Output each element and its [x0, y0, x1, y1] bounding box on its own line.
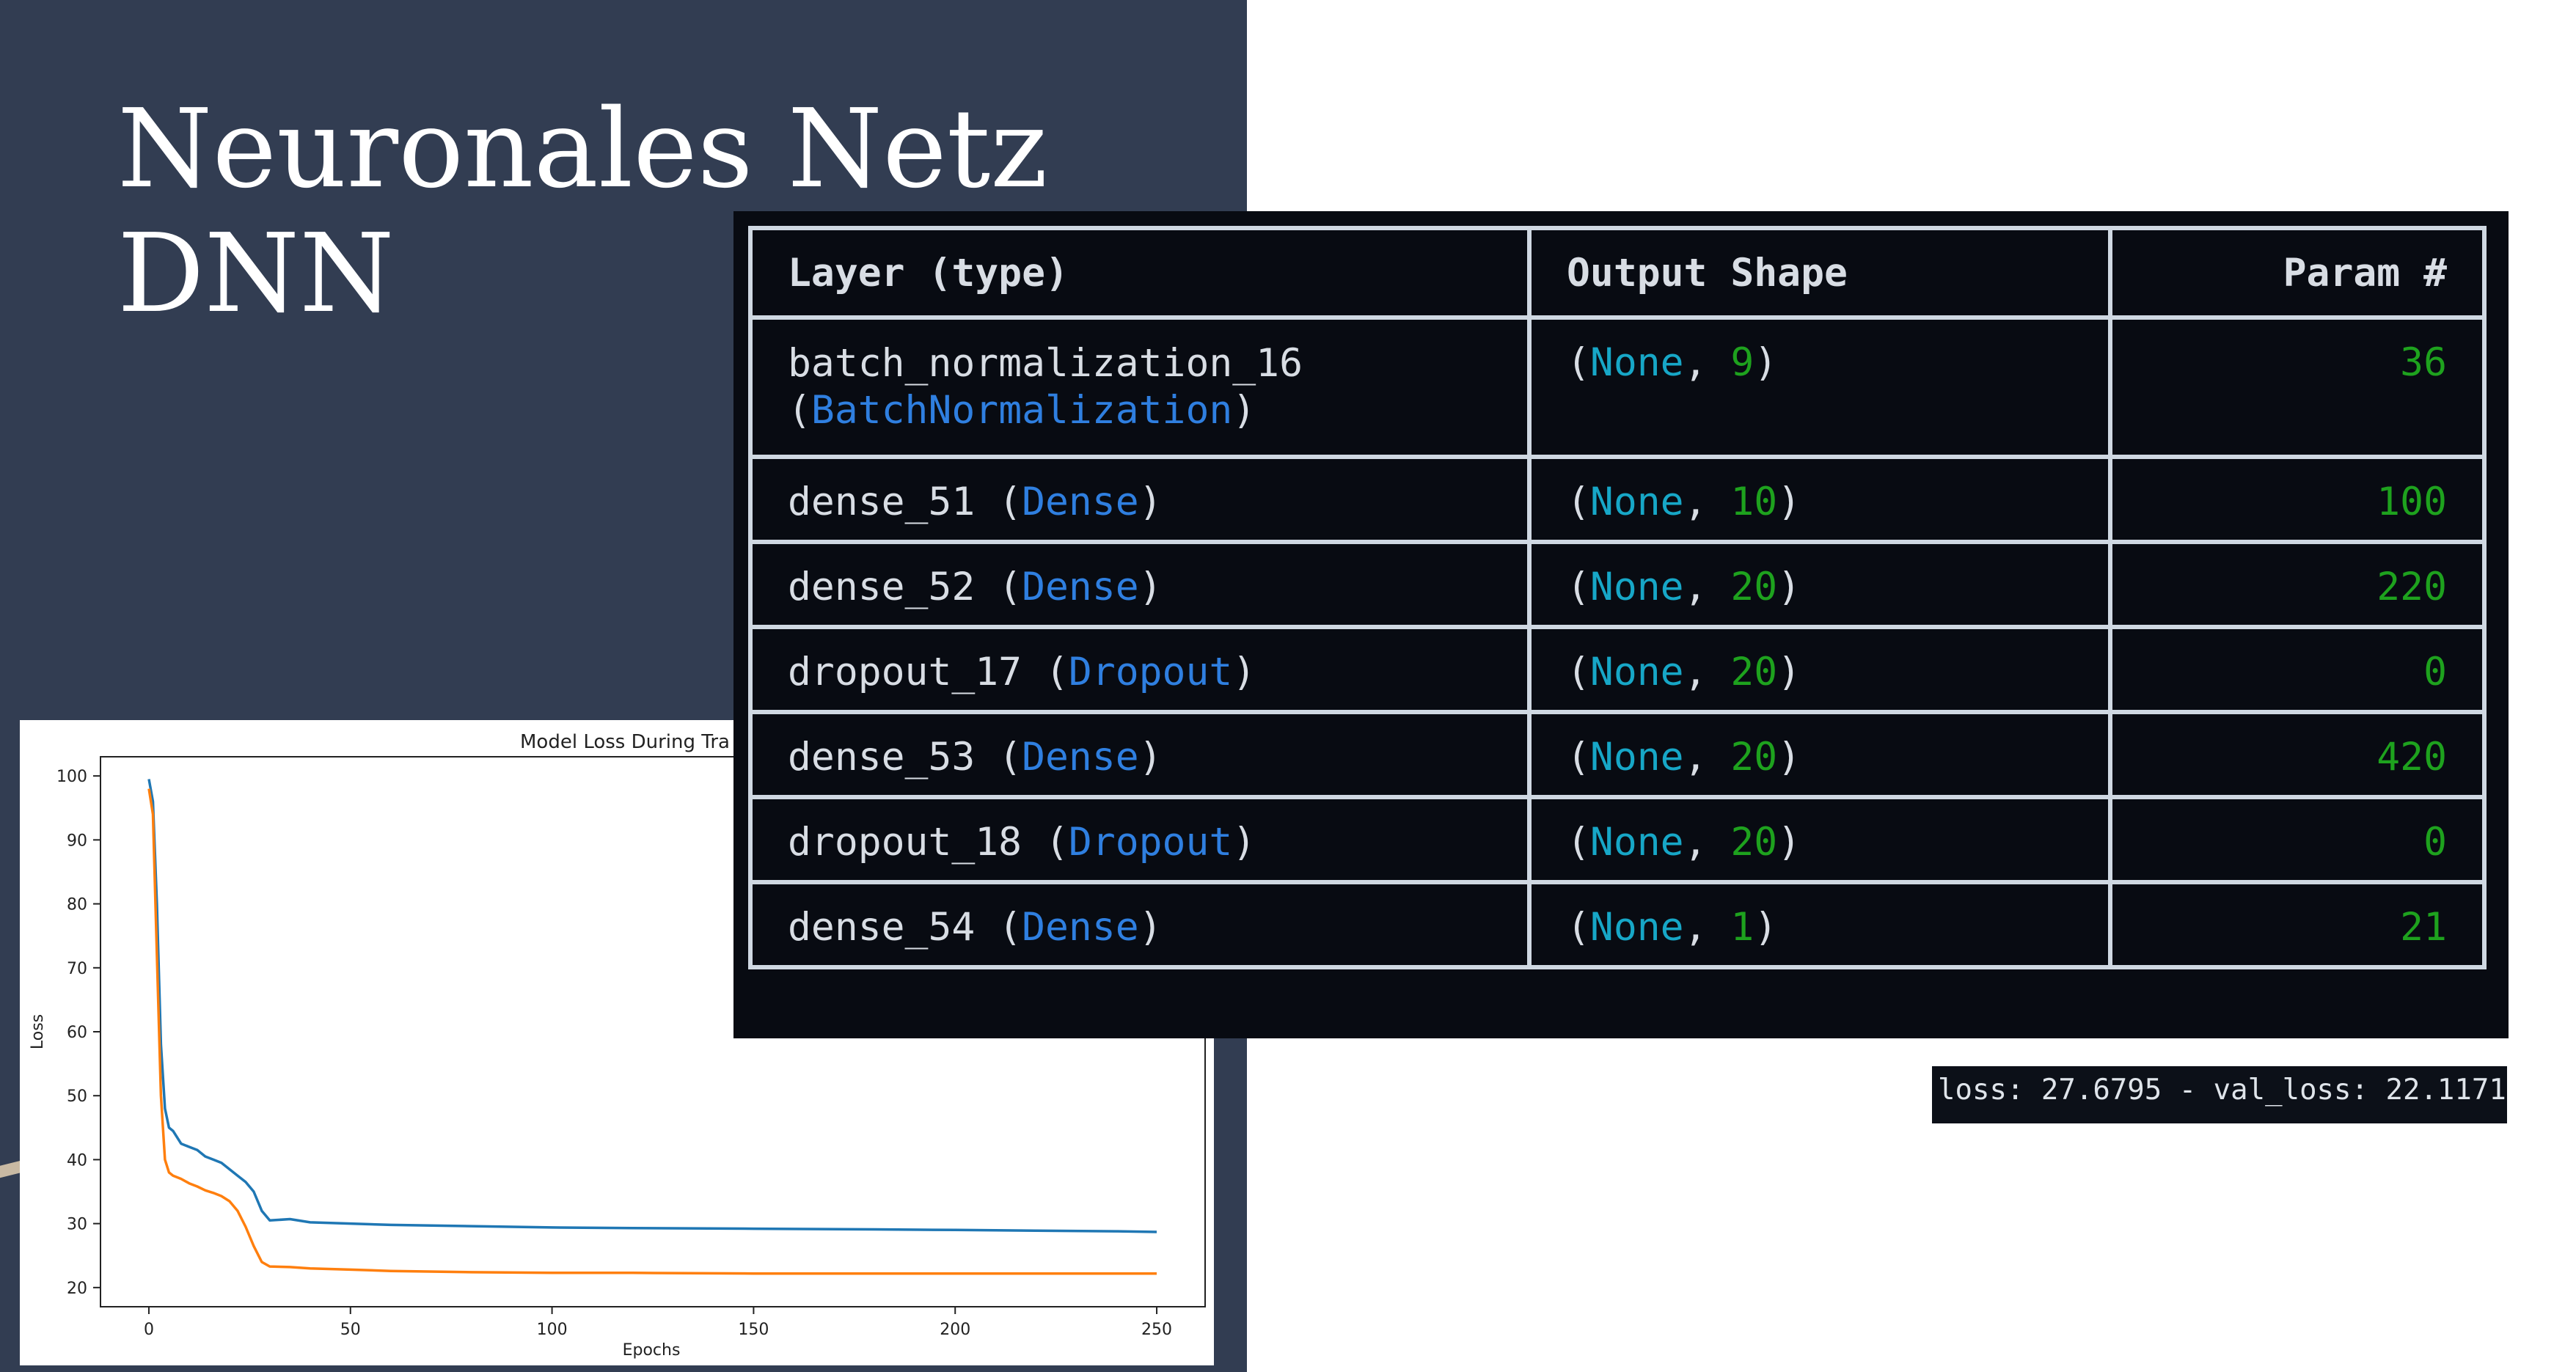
chart-title: Model Loss During Tra [520, 731, 730, 753]
x-tick-label: 250 [1141, 1321, 1172, 1339]
param-count-cell: 0 [2108, 795, 2487, 884]
output-shape-cell: (None, 20) [1527, 795, 2112, 884]
shape-batch-dim: None [1589, 735, 1684, 779]
y-tick-label: 20 [67, 1280, 87, 1298]
shape-units: 9 [1730, 340, 1754, 385]
table-row: dense_51 (Dense) (None, 10) 100 [748, 455, 2487, 544]
x-tick-label: 50 [340, 1321, 361, 1339]
table-row: dense_52 (Dense) (None, 20) 220 [748, 540, 2487, 629]
param-count-cell: 21 [2108, 880, 2487, 969]
x-axis-label: Epochs [623, 1341, 681, 1360]
shape-batch-dim: None [1589, 650, 1684, 694]
param-count-cell: 0 [2108, 625, 2487, 714]
table-header-row: Layer (type) Output Shape Param # [748, 226, 2487, 320]
y-tick-label: 90 [67, 832, 87, 850]
y-tick-group: 20 30 40 50 60 70 80 90 100 [56, 768, 100, 1298]
x-tick-label: 0 [144, 1321, 154, 1339]
param-count-cell: 100 [2108, 455, 2487, 544]
slide-title-line-1: Neuronales Netz [117, 86, 1048, 212]
shape-units: 10 [1730, 480, 1778, 524]
header-output-shape: Output Shape [1527, 226, 2112, 320]
y-tick-label: 50 [67, 1087, 87, 1106]
output-shape-cell: (None, 20) [1527, 540, 2112, 629]
layer-cell: dense_52 (Dense) [748, 540, 1532, 629]
layer-type: Dense [1022, 905, 1139, 950]
y-tick-label: 70 [67, 960, 87, 978]
layer-cell: dropout_18 (Dropout) [748, 795, 1532, 884]
layer-type: Dropout [1068, 820, 1233, 865]
shape-batch-dim: None [1589, 340, 1684, 385]
x-tick-label: 150 [738, 1321, 769, 1339]
model-summary-body: batch_normalization_16 (BatchNormalizatio… [748, 315, 2487, 969]
shape-units: 1 [1730, 905, 1754, 950]
param-count-cell: 220 [2108, 540, 2487, 629]
table-row: dense_54 (Dense) (None, 1) 21 [748, 880, 2487, 969]
layer-type: Dense [1022, 565, 1139, 609]
table-row: batch_normalization_16 (BatchNormalizatio… [748, 315, 2487, 459]
output-shape-cell: (None, 10) [1527, 455, 2112, 544]
shape-batch-dim: None [1589, 565, 1684, 609]
x-tick-label: 100 [537, 1321, 568, 1339]
y-tick-label: 100 [56, 768, 87, 786]
layer-name: dense_54 [788, 905, 976, 950]
shape-units: 20 [1730, 565, 1778, 609]
model-summary-table: Layer (type) Output Shape Param # batch_… [748, 226, 2487, 969]
layer-name: dense_52 [788, 565, 976, 609]
layer-cell: dropout_17 (Dropout) [748, 625, 1532, 714]
layer-type: Dropout [1068, 650, 1233, 694]
table-row: dropout_18 (Dropout) (None, 20) 0 [748, 795, 2487, 884]
shape-units: 20 [1730, 820, 1778, 865]
shape-batch-dim: None [1589, 480, 1684, 524]
layer-cell: dense_53 (Dense) [748, 710, 1532, 799]
layer-cell: dense_51 (Dense) [748, 455, 1532, 544]
param-count-cell: 36 [2108, 315, 2487, 459]
layer-name: dense_51 [788, 480, 976, 524]
y-tick-label: 40 [67, 1151, 87, 1170]
y-axis-label: Loss [29, 1014, 47, 1049]
layer-type: Dense [1022, 735, 1139, 779]
shape-units: 20 [1730, 650, 1778, 694]
table-row: dropout_17 (Dropout) (None, 20) 0 [748, 625, 2487, 714]
shape-batch-dim: None [1589, 905, 1684, 950]
layer-cell: dense_54 (Dense) [748, 880, 1532, 969]
layer-name: batch_normalization_16 [788, 341, 1303, 386]
header-layer-type: Layer (type) [748, 226, 1532, 320]
model-summary-panel: Layer (type) Output Shape Param # batch_… [733, 211, 2509, 1038]
layer-cell: batch_normalization_16 (BatchNormalizatio… [748, 315, 1532, 459]
shape-units: 20 [1730, 735, 1778, 779]
layer-type: BatchNormalization [811, 388, 1233, 433]
table-row: dense_53 (Dense) (None, 20) 420 [748, 710, 2487, 799]
y-tick-label: 60 [67, 1024, 87, 1042]
x-tick-label: 200 [940, 1321, 970, 1339]
layer-name: dense_53 [788, 735, 976, 779]
y-tick-label: 80 [67, 896, 87, 914]
output-shape-cell: (None, 9) [1527, 315, 2112, 459]
y-tick-label: 30 [67, 1216, 87, 1234]
header-param-count: Param # [2108, 226, 2487, 320]
output-shape-cell: (None, 20) [1527, 710, 2112, 799]
x-tick-group: 0 50 100 150 200 250 [144, 1307, 1172, 1339]
layer-type: Dense [1022, 480, 1139, 524]
training-output-box: loss: 27.6795 - val_loss: 22.1171 [1932, 1066, 2507, 1123]
training-loss-text: loss: 27.6795 - val_loss: 22.1171 [1938, 1074, 2506, 1107]
param-count-cell: 420 [2108, 710, 2487, 799]
layer-name: dropout_18 [788, 820, 1022, 865]
output-shape-cell: (None, 1) [1527, 880, 2112, 969]
layer-name: dropout_17 [788, 650, 1022, 694]
shape-batch-dim: None [1589, 820, 1684, 865]
output-shape-cell: (None, 20) [1527, 625, 2112, 714]
